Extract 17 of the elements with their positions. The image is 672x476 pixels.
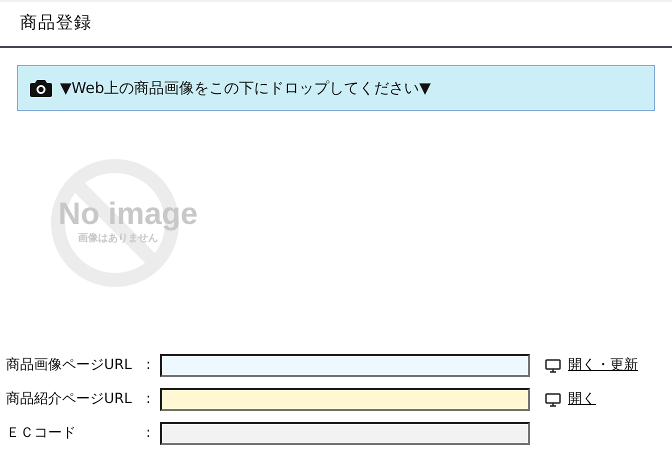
drop-instruction: ▼Web上の商品画像をこの下にドロップしてください▼ [60,78,431,99]
input-field[interactable] [160,388,530,411]
label-colon: : [146,356,152,375]
open-link[interactable]: 開く [568,389,596,410]
field-label: ＥＣコード [5,424,77,443]
monitor-icon [545,358,561,372]
input-field[interactable] [160,422,530,445]
field-label: 商品画像ページURL [5,356,133,375]
open-link[interactable]: 開く・更新 [568,355,638,376]
drop-zone[interactable]: ▼Web上の商品画像をこの下にドロップしてください▼ [17,65,655,111]
label-colon: : [146,424,152,443]
input-field[interactable] [160,354,530,377]
page-title: 商品登録 [20,12,92,36]
label-colon: : [146,390,152,409]
monitor-icon [545,392,561,406]
field-label: 商品紹介ページURL [5,390,133,409]
camera-icon [30,79,52,97]
